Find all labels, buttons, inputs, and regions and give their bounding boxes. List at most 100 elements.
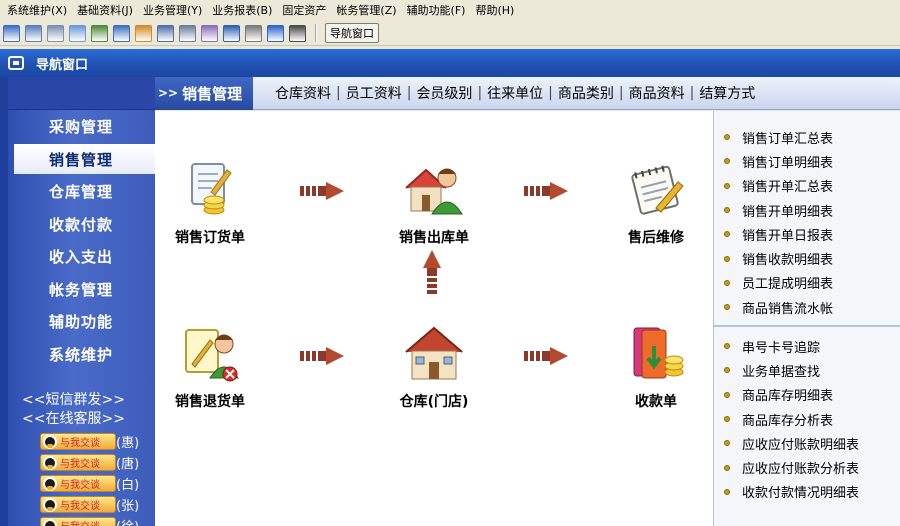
qq-penguin-icon bbox=[43, 434, 57, 449]
bullet-icon bbox=[724, 231, 730, 238]
tools-icon[interactable] bbox=[91, 24, 108, 42]
link-employee-data[interactable]: 员工资料 bbox=[346, 83, 402, 103]
report-link[interactable]: 商品库存明细表 bbox=[714, 383, 900, 407]
sidebar-item-warehouse[interactable]: 仓库管理 bbox=[0, 176, 147, 206]
report-link[interactable]: 收款付款情况明细表 bbox=[714, 480, 900, 504]
qq-chat-badge[interactable]: 与我交谈 bbox=[40, 475, 116, 492]
link-settlement-methods[interactable]: 结算方式 bbox=[699, 83, 755, 103]
menu-business-management[interactable]: 业务管理(Y) bbox=[138, 2, 207, 18]
sidebar-item-receipts-payments[interactable]: 收款付款 bbox=[0, 209, 147, 239]
sidebar-item-purchase[interactable]: 采购管理 bbox=[0, 111, 147, 141]
bullet-icon bbox=[724, 416, 730, 423]
report-link[interactable]: 商品销售流水帐 bbox=[714, 295, 900, 319]
qq-chat-row[interactable]: 与我交谈 (唐) bbox=[40, 453, 139, 472]
report-link[interactable]: 串号卡号追踪 bbox=[714, 334, 900, 358]
screen-icon[interactable] bbox=[69, 24, 86, 42]
menu-system-maintenance[interactable]: 系统维护(X) bbox=[2, 2, 72, 18]
report-link-label: 销售订单明细表 bbox=[742, 155, 834, 171]
qq-contact-name: (张) bbox=[116, 499, 140, 514]
qq-chat-row[interactable]: 与我交谈 (惠) bbox=[40, 432, 139, 451]
help-icon[interactable] bbox=[267, 24, 284, 42]
qq-chat-badge[interactable]: 与我交谈 bbox=[40, 517, 116, 526]
qq-chat-badge[interactable]: 与我交谈 bbox=[40, 433, 116, 450]
sidebar-item-auxiliary[interactable]: 辅助功能 bbox=[0, 306, 147, 336]
menu-help[interactable]: 帮助(H) bbox=[470, 2, 519, 18]
link-separator: | bbox=[477, 85, 483, 101]
bullet-icon bbox=[724, 440, 730, 447]
network-icon[interactable] bbox=[135, 24, 152, 42]
menu-account-management[interactable]: 帐务管理(Z) bbox=[331, 2, 401, 18]
report-link-label: 应收应付账款明细表 bbox=[742, 437, 860, 453]
menu-business-reports[interactable]: 业务报表(B) bbox=[207, 2, 277, 18]
report-link[interactable]: 销售订单汇总表 bbox=[714, 125, 900, 149]
sms-broadcast-link[interactable]: <<短信群发>> bbox=[0, 389, 147, 409]
qq-chat-badge[interactable]: 与我交谈 bbox=[40, 496, 116, 513]
report-link[interactable]: 销售开单明细表 bbox=[714, 198, 900, 222]
qq-chat-row[interactable]: 与我交谈 (白) bbox=[40, 474, 139, 493]
users-icon[interactable] bbox=[113, 24, 130, 42]
list-window-icon[interactable] bbox=[25, 24, 42, 42]
report-link[interactable]: 商品库存分析表 bbox=[714, 407, 900, 431]
report-link[interactable]: 应收应付账款明细表 bbox=[714, 431, 900, 455]
report-link[interactable]: 销售收款明细表 bbox=[714, 246, 900, 270]
bullet-icon bbox=[724, 255, 730, 262]
report-link[interactable]: 应收应付账款分析表 bbox=[714, 455, 900, 479]
link-separator: | bbox=[406, 85, 412, 101]
report-link[interactable]: 销售订单明细表 bbox=[714, 149, 900, 173]
link-member-levels[interactable]: 会员级别 bbox=[416, 83, 472, 103]
report-group-inventory: 串号卡号追踪 业务单据查找 商品库存明细表 商品库存分析表 应收应付账款明细表 … bbox=[714, 334, 900, 504]
qq-chat-label: 与我交谈 bbox=[60, 501, 100, 512]
report-link-label: 商品销售流水帐 bbox=[742, 301, 834, 317]
link-warehouse-data[interactable]: 仓库资料 bbox=[275, 83, 331, 103]
sidebar-item-sales[interactable]: 销售管理 bbox=[14, 144, 155, 174]
report-link-label: 收款付款情况明细表 bbox=[742, 486, 860, 502]
menu-fixed-assets[interactable]: 固定资产 bbox=[277, 2, 331, 18]
qq-chat-row[interactable]: 与我交谈 (徐) bbox=[40, 516, 139, 526]
qq-chat-row[interactable]: 与我交谈 (张) bbox=[40, 495, 139, 514]
print-icon[interactable] bbox=[245, 24, 262, 42]
node-receipt[interactable]: 收款单 bbox=[601, 322, 711, 411]
node-warehouse-store[interactable]: 仓库(门店) bbox=[379, 322, 489, 411]
window-icon bbox=[8, 56, 24, 70]
menu-basic-data[interactable]: 基础资料(J) bbox=[72, 2, 138, 18]
bullet-icon bbox=[724, 158, 730, 165]
save-icon[interactable] bbox=[223, 24, 240, 42]
window-icon[interactable] bbox=[3, 24, 20, 42]
node-sales-return[interactable]: 销售退货单 bbox=[155, 322, 265, 411]
node-sales-outbound[interactable]: 销售出库单 bbox=[379, 158, 489, 247]
node-after-sales[interactable]: 售后维修 bbox=[601, 158, 711, 247]
node-label: 销售退货单 bbox=[175, 394, 245, 410]
section-title-text: 销售管理 bbox=[182, 84, 243, 103]
report-link[interactable]: 员工提成明细表 bbox=[714, 271, 900, 295]
report-link[interactable]: 销售开单汇总表 bbox=[714, 174, 900, 198]
link-trading-partners[interactable]: 往来单位 bbox=[487, 83, 543, 103]
link-separator: | bbox=[548, 85, 553, 101]
node-sales-order[interactable]: 销售订货单 bbox=[155, 158, 265, 247]
qq-chat-badge[interactable]: 与我交谈 bbox=[40, 454, 116, 471]
database-icon[interactable] bbox=[201, 24, 218, 42]
online-service-link[interactable]: <<在线客服>> bbox=[0, 408, 147, 428]
report-link-label: 员工提成明细表 bbox=[742, 277, 834, 293]
bullet-icon bbox=[724, 464, 730, 471]
sidebar-item-income-expense[interactable]: 收入支出 bbox=[0, 241, 147, 271]
report-link[interactable]: 销售开单日报表 bbox=[714, 222, 900, 246]
bullet-icon bbox=[724, 391, 730, 398]
cascade-window-icon[interactable] bbox=[47, 24, 64, 42]
link-separator: | bbox=[336, 85, 341, 101]
report-link-label: 商品库存明细表 bbox=[742, 389, 834, 405]
link-product-data[interactable]: 商品资料 bbox=[629, 83, 685, 103]
export-icon[interactable] bbox=[179, 24, 196, 42]
exit-icon[interactable] bbox=[289, 24, 306, 42]
menu-auxiliary-functions[interactable]: 辅助功能(F) bbox=[402, 2, 471, 18]
sidebar-item-accounts[interactable]: 帐务管理 bbox=[0, 274, 147, 304]
qq-penguin-icon bbox=[43, 518, 57, 526]
link-separator: | bbox=[618, 85, 624, 101]
report-link[interactable]: 业务单据查找 bbox=[714, 358, 900, 382]
nav-window-button[interactable]: 导航窗口 bbox=[325, 23, 379, 43]
sidebar-item-system[interactable]: 系统维护 bbox=[0, 339, 147, 369]
link-product-categories[interactable]: 商品类别 bbox=[558, 83, 614, 103]
bullet-icon bbox=[724, 207, 730, 214]
content-header: >> 销售管理 仓库资料 | 员工资料 | 会员级别 | 往来单位 | 商品类别… bbox=[155, 76, 900, 110]
order-document-icon bbox=[178, 158, 242, 222]
folder-icon[interactable] bbox=[157, 24, 174, 42]
